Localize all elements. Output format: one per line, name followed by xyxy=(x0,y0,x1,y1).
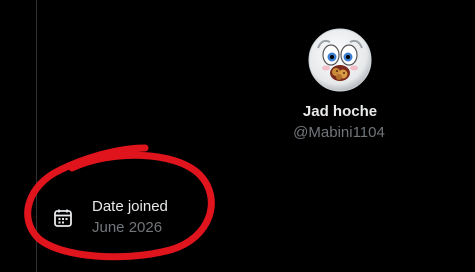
username-handle: @Mabini1104 xyxy=(293,124,385,141)
date-joined-value: June 2026 xyxy=(92,219,163,236)
calendar-icon xyxy=(54,209,72,227)
date-joined-row: Date joined June 2026 xyxy=(52,198,168,237)
date-joined-text: Date joined June 2026 xyxy=(92,198,168,237)
date-joined-label: Date joined xyxy=(92,198,168,215)
avatar[interactable] xyxy=(308,28,372,92)
display-name[interactable]: Jad hoche xyxy=(290,103,390,121)
profile-header: Jad hoche @Mabini1104 xyxy=(290,28,390,142)
profile-info-panel: Jad hoche @Mabini1104 Date joined June 2… xyxy=(0,0,475,272)
left-divider xyxy=(36,0,37,272)
